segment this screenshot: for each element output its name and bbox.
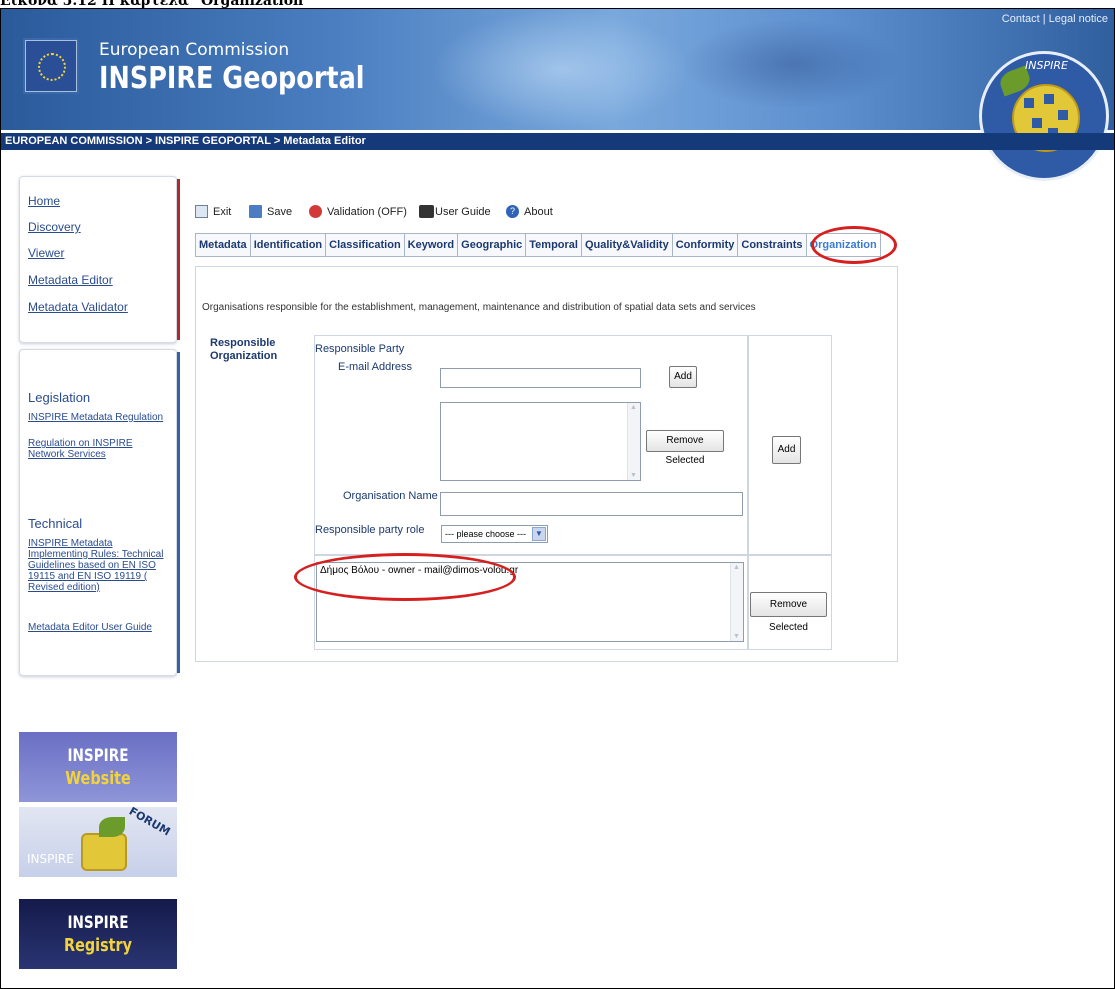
organisation-name-input[interactable] — [440, 492, 743, 516]
role-select[interactable]: --- please choose --- ▼ — [441, 525, 548, 543]
nav-discovery[interactable]: Discovery — [28, 220, 81, 234]
intro-text: Organisations responsible for the establ… — [202, 302, 756, 313]
tab-temporal[interactable]: Temporal — [526, 234, 582, 256]
remove-organization-button[interactable]: Remove Selected — [750, 592, 827, 633]
breadcrumb: EUROPEAN COMMISSION > INSPIRE GEOPORTAL … — [1, 133, 1114, 150]
tab-quality-validity[interactable]: Quality&Validity — [582, 234, 673, 256]
site-header: European Commission INSPIRE Geoportal Co… — [1, 9, 1114, 130]
add-email-button[interactable]: Add — [669, 366, 697, 388]
legal-notice-link[interactable]: Legal notice — [1049, 13, 1108, 25]
nav-metadata-editor[interactable]: Metadata Editor — [28, 273, 113, 287]
email-label: E-mail Address — [338, 361, 412, 373]
resources-panel: Legislation INSPIRE Metadata Regulation … — [19, 349, 180, 676]
organisation-name-label: Organisation Name — [343, 490, 438, 502]
tab-conformity[interactable]: Conformity — [673, 234, 739, 256]
floppy-disk-icon — [249, 205, 262, 218]
tab-geographic[interactable]: Geographic — [458, 234, 527, 256]
browser-frame: European Commission INSPIRE Geoportal Co… — [0, 8, 1115, 989]
contact-link[interactable]: Contact — [1002, 13, 1040, 25]
exit-button[interactable]: Exit — [195, 205, 231, 218]
brand-subtitle: European Commission — [99, 40, 290, 60]
figure-caption: Εικόνα 5.12 Η καρτέλα "Organization" — [0, 0, 311, 9]
tab-organization[interactable]: Organization — [806, 234, 880, 256]
validation-toggle[interactable]: Validation (OFF) — [309, 205, 407, 218]
exit-icon — [195, 205, 208, 218]
responsible-organization-label: Responsible Organization — [210, 337, 278, 362]
email-list[interactable] — [440, 402, 641, 481]
nav-home[interactable]: Home — [28, 194, 60, 208]
editor-tabs: Metadata Identification Classification K… — [195, 233, 881, 257]
technical-heading: Technical — [28, 516, 83, 531]
tab-metadata[interactable]: Metadata — [196, 234, 251, 256]
nav-viewer[interactable]: Viewer — [28, 246, 64, 260]
chevron-down-icon: ▼ — [532, 527, 546, 541]
brand-title: INSPIRE Geoportal — [99, 61, 365, 96]
add-organization-button[interactable]: Add — [772, 436, 801, 464]
eu-flag-icon — [25, 40, 77, 92]
email-input[interactable] — [440, 368, 641, 388]
about-button[interactable]: ? About — [506, 205, 553, 218]
tab-constraints[interactable]: Constraints — [738, 234, 807, 256]
inspire-registry-banner[interactable]: INSPIRE Registry — [19, 899, 177, 969]
tab-classification[interactable]: Classification — [326, 234, 405, 256]
tab-keyword[interactable]: Keyword — [405, 234, 459, 256]
top-links: Contact | Legal notice — [1001, 13, 1108, 25]
link-metadata-regulation[interactable]: INSPIRE Metadata Regulation — [28, 412, 178, 423]
remove-email-button[interactable]: Remove Selected — [646, 430, 724, 466]
save-button[interactable]: Save — [249, 205, 292, 218]
organization-list[interactable]: Δήμος Βόλου - owner - mail@dimos-volou.g… — [316, 562, 744, 642]
link-technical-guidelines[interactable]: INSPIRE Metadata Implementing Rules: Tec… — [28, 538, 174, 593]
responsible-party-label: Responsible Party — [315, 343, 405, 355]
organization-panel: Organisations responsible for the establ… — [195, 266, 898, 662]
no-entry-icon — [309, 205, 322, 218]
inspire-website-banner[interactable]: INSPIRE Website — [19, 732, 177, 802]
nav-metadata-validator[interactable]: Metadata Validator — [28, 300, 128, 314]
logo-text: INSPIRE — [1025, 59, 1068, 72]
help-icon: ? — [506, 205, 519, 218]
user-guide-button[interactable]: User Guide — [419, 205, 491, 218]
link-network-services[interactable]: Regulation on INSPIRE Network Services — [28, 438, 148, 460]
tab-identification[interactable]: Identification — [251, 234, 327, 256]
role-label: Responsible party role — [315, 524, 425, 536]
link-editor-user-guide[interactable]: Metadata Editor User Guide — [28, 622, 178, 633]
organization-list-item[interactable]: Δήμος Βόλου - owner - mail@dimos-volou.g… — [320, 565, 740, 576]
main-nav: Home Discovery Viewer Metadata Editor Me… — [19, 176, 180, 343]
legislation-heading: Legislation — [28, 390, 91, 405]
book-icon — [419, 205, 434, 218]
inspire-forum-banner[interactable]: INSPIRE FORUM — [19, 805, 177, 877]
